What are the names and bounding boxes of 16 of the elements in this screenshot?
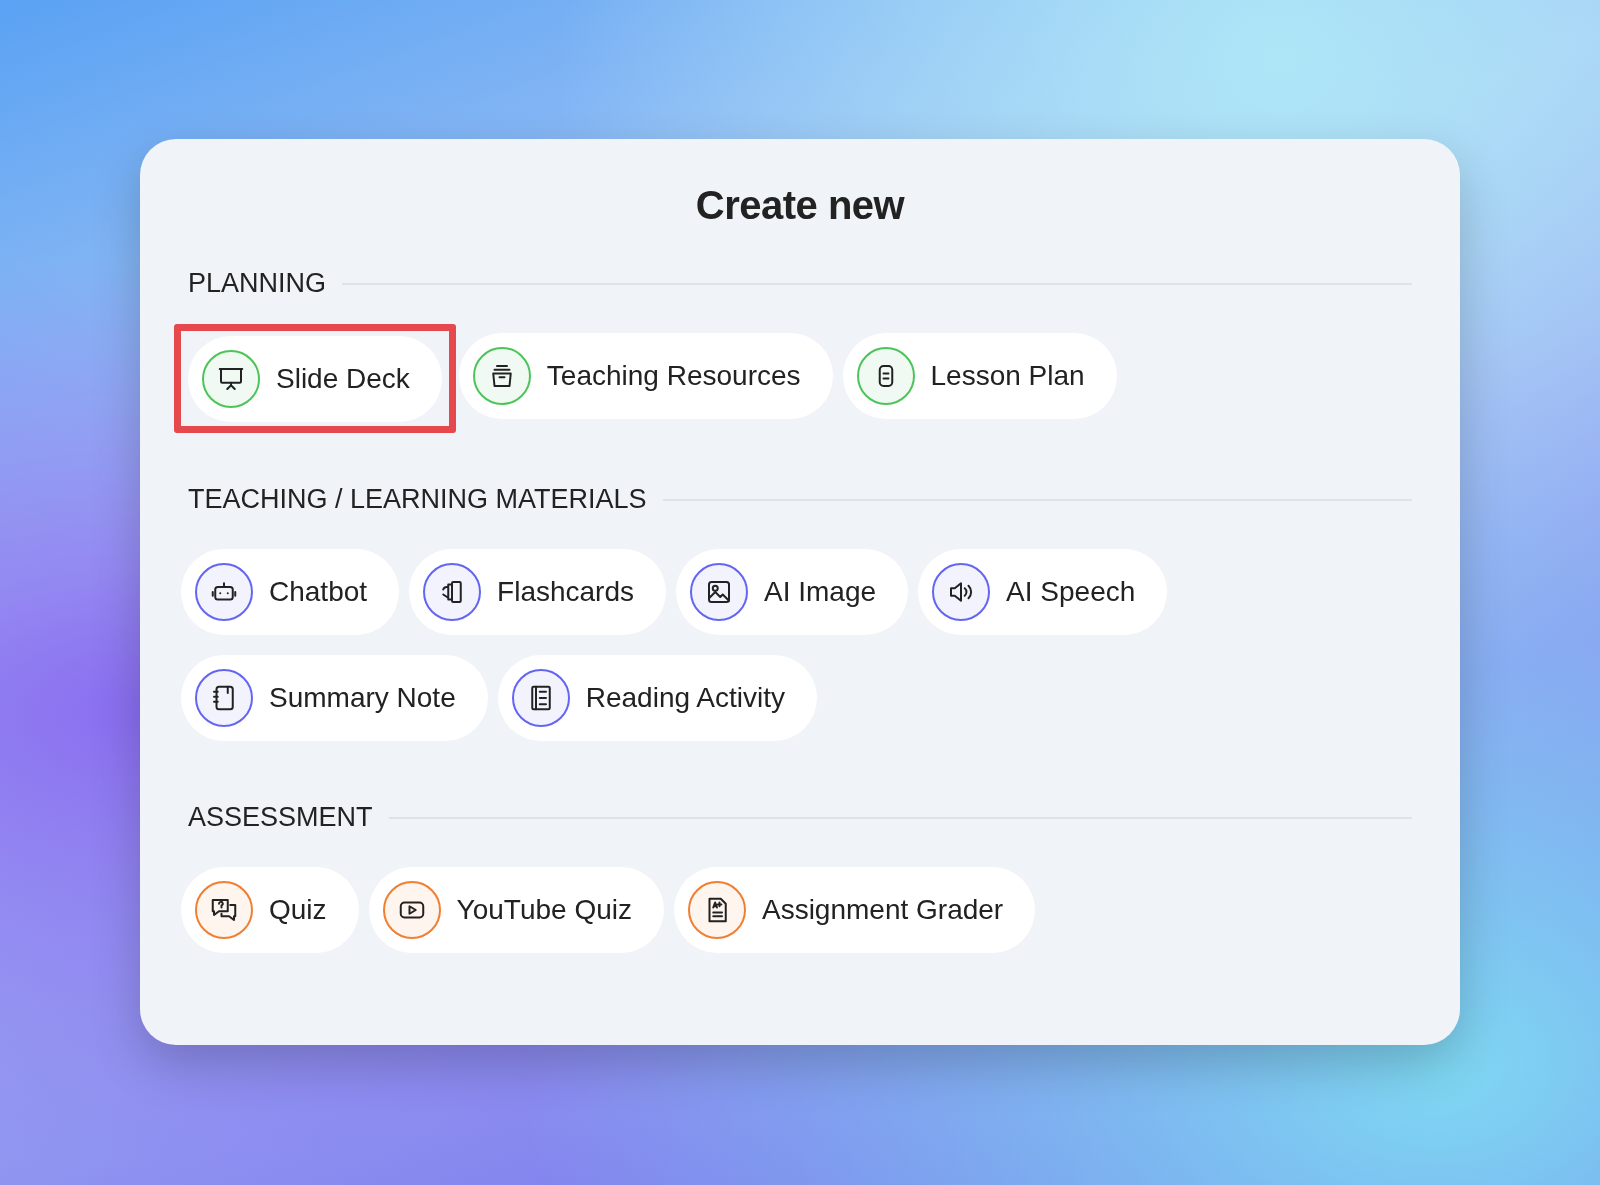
create-option[interactable]: AI Speech <box>918 549 1168 635</box>
create-option[interactable]: AI Image <box>676 549 909 635</box>
create-option[interactable]: Flashcards <box>409 549 666 635</box>
create-option[interactable]: Reading Activity <box>497 655 817 741</box>
section-heading: ASSESSMENT <box>188 802 373 833</box>
create-option[interactable]: Slide Deck <box>188 336 442 422</box>
create-option[interactable]: Chatbot <box>181 549 400 635</box>
create-option[interactable]: Teaching Resources <box>458 333 833 419</box>
create-option[interactable]: Lesson Plan <box>842 333 1117 419</box>
section-heading: TEACHING / LEARNING MATERIALS <box>188 484 647 515</box>
dialog-title: Create new <box>694 183 906 228</box>
create-option[interactable]: Quiz <box>181 867 359 953</box>
create-option[interactable]: Assignment Grader <box>673 867 1036 953</box>
section-heading: PLANNING <box>188 268 327 299</box>
create-option[interactable]: Summary Note <box>181 655 488 741</box>
create-option[interactable]: YouTube Quiz <box>368 867 664 953</box>
